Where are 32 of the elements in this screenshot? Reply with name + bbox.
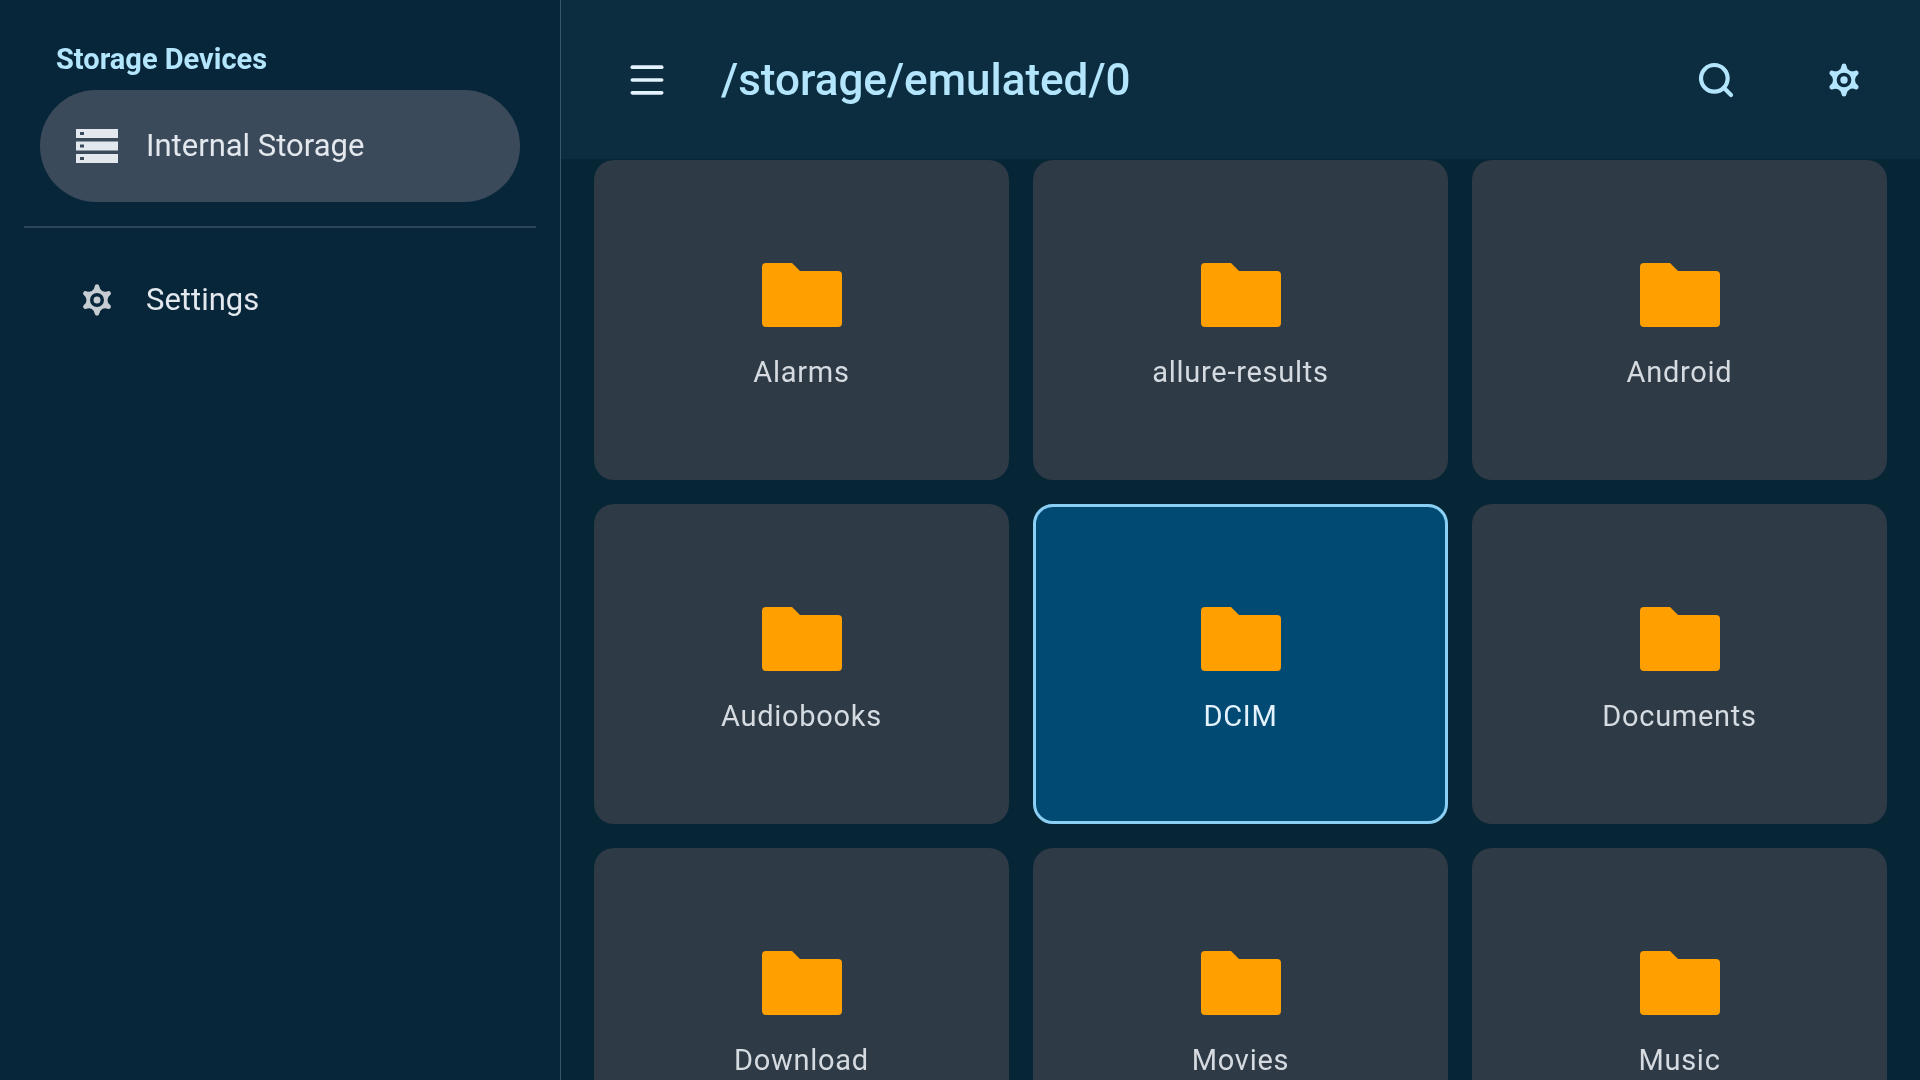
folder-card[interactable]: Music (1472, 848, 1887, 1080)
folder-name: Music (1638, 1042, 1721, 1079)
folder-icon (761, 263, 842, 327)
folder-icon (1639, 951, 1720, 1015)
folder-card[interactable]: Movies (1033, 848, 1448, 1080)
folder-icon (1639, 607, 1720, 671)
folder-name: Audiobooks (721, 698, 882, 735)
folder-icon (1200, 263, 1281, 327)
folder-name: DCIM (1203, 698, 1278, 735)
sidebar-item[interactable]: Internal Storage (40, 90, 520, 202)
folder-card[interactable]: DCIM (1033, 504, 1448, 824)
folder-icon (1200, 951, 1281, 1015)
folder-card[interactable]: Download (594, 848, 1009, 1080)
folder-card[interactable]: Android (1472, 160, 1887, 480)
folder-icon (1639, 263, 1720, 327)
folder-card[interactable]: Audiobooks (594, 504, 1009, 824)
folder-icon (761, 951, 842, 1015)
folder-icon (1200, 607, 1281, 671)
folder-name: Documents (1602, 698, 1757, 735)
folder-name: Download (734, 1042, 869, 1079)
folder-name: allure-results (1152, 354, 1329, 391)
folder-name: Android (1626, 354, 1733, 391)
folder-icon (761, 607, 842, 671)
sidebar-item[interactable]: Settings (40, 244, 520, 356)
sidebar-title: Storage Devices (56, 41, 269, 78)
folder-card[interactable]: allure-results (1033, 160, 1448, 480)
folder-name: Alarms (753, 354, 850, 391)
folder-card[interactable]: Alarms (594, 160, 1009, 480)
folder-card[interactable]: Documents (1472, 504, 1887, 824)
folder-name: Movies (1191, 1042, 1290, 1079)
storage-icon (76, 129, 118, 163)
path-title: /storage/emulated/0 (721, 52, 1132, 108)
